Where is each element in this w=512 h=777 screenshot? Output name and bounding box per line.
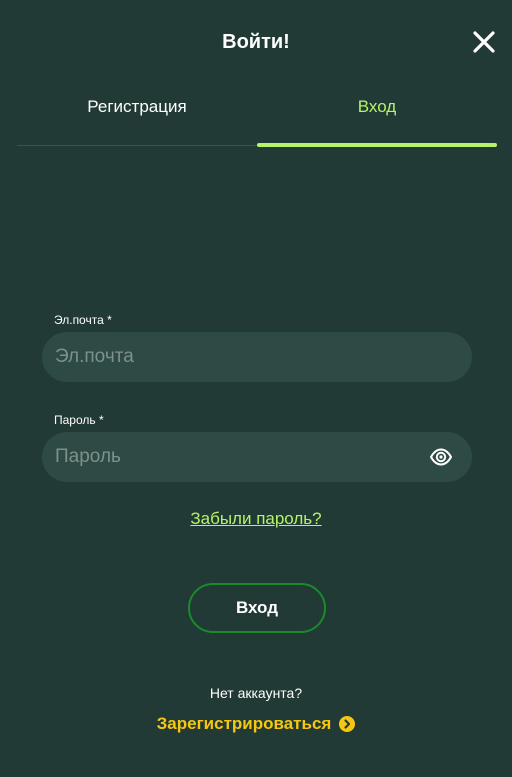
- close-icon: [473, 31, 495, 53]
- register-link-label: Зарегистрироваться: [156, 714, 332, 733]
- password-label: Пароль *: [54, 413, 104, 427]
- login-modal: Войти! Регистрация Вход Эл.почта * Парол…: [0, 0, 512, 777]
- tab-login[interactable]: Вход: [257, 88, 497, 145]
- eye-icon: [429, 448, 453, 466]
- email-input[interactable]: [42, 332, 472, 382]
- email-field-wrapper: [42, 332, 472, 382]
- modal-title: Войти!: [222, 31, 290, 53]
- active-tab-indicator: [257, 143, 497, 147]
- auth-tabs: Регистрация Вход: [17, 88, 497, 147]
- login-submit-button[interactable]: Вход: [188, 583, 326, 633]
- register-link[interactable]: Зарегистрироваться: [157, 713, 356, 735]
- no-account-text: Нет аккаунта?: [209, 685, 303, 701]
- chevron-right-circle-icon: [339, 716, 356, 732]
- register-link-row: Зарегистрироваться: [0, 713, 512, 735]
- forgot-password-row: Забыли пароль?: [0, 508, 512, 530]
- forgot-password-link[interactable]: Забыли пароль?: [190, 509, 321, 528]
- password-input[interactable]: [42, 432, 472, 482]
- close-button[interactable]: [472, 30, 496, 54]
- show-password-toggle[interactable]: [429, 447, 453, 467]
- tab-register[interactable]: Регистрация: [17, 88, 257, 145]
- email-label: Эл.почта *: [54, 313, 112, 327]
- password-field-wrapper: [42, 432, 472, 482]
